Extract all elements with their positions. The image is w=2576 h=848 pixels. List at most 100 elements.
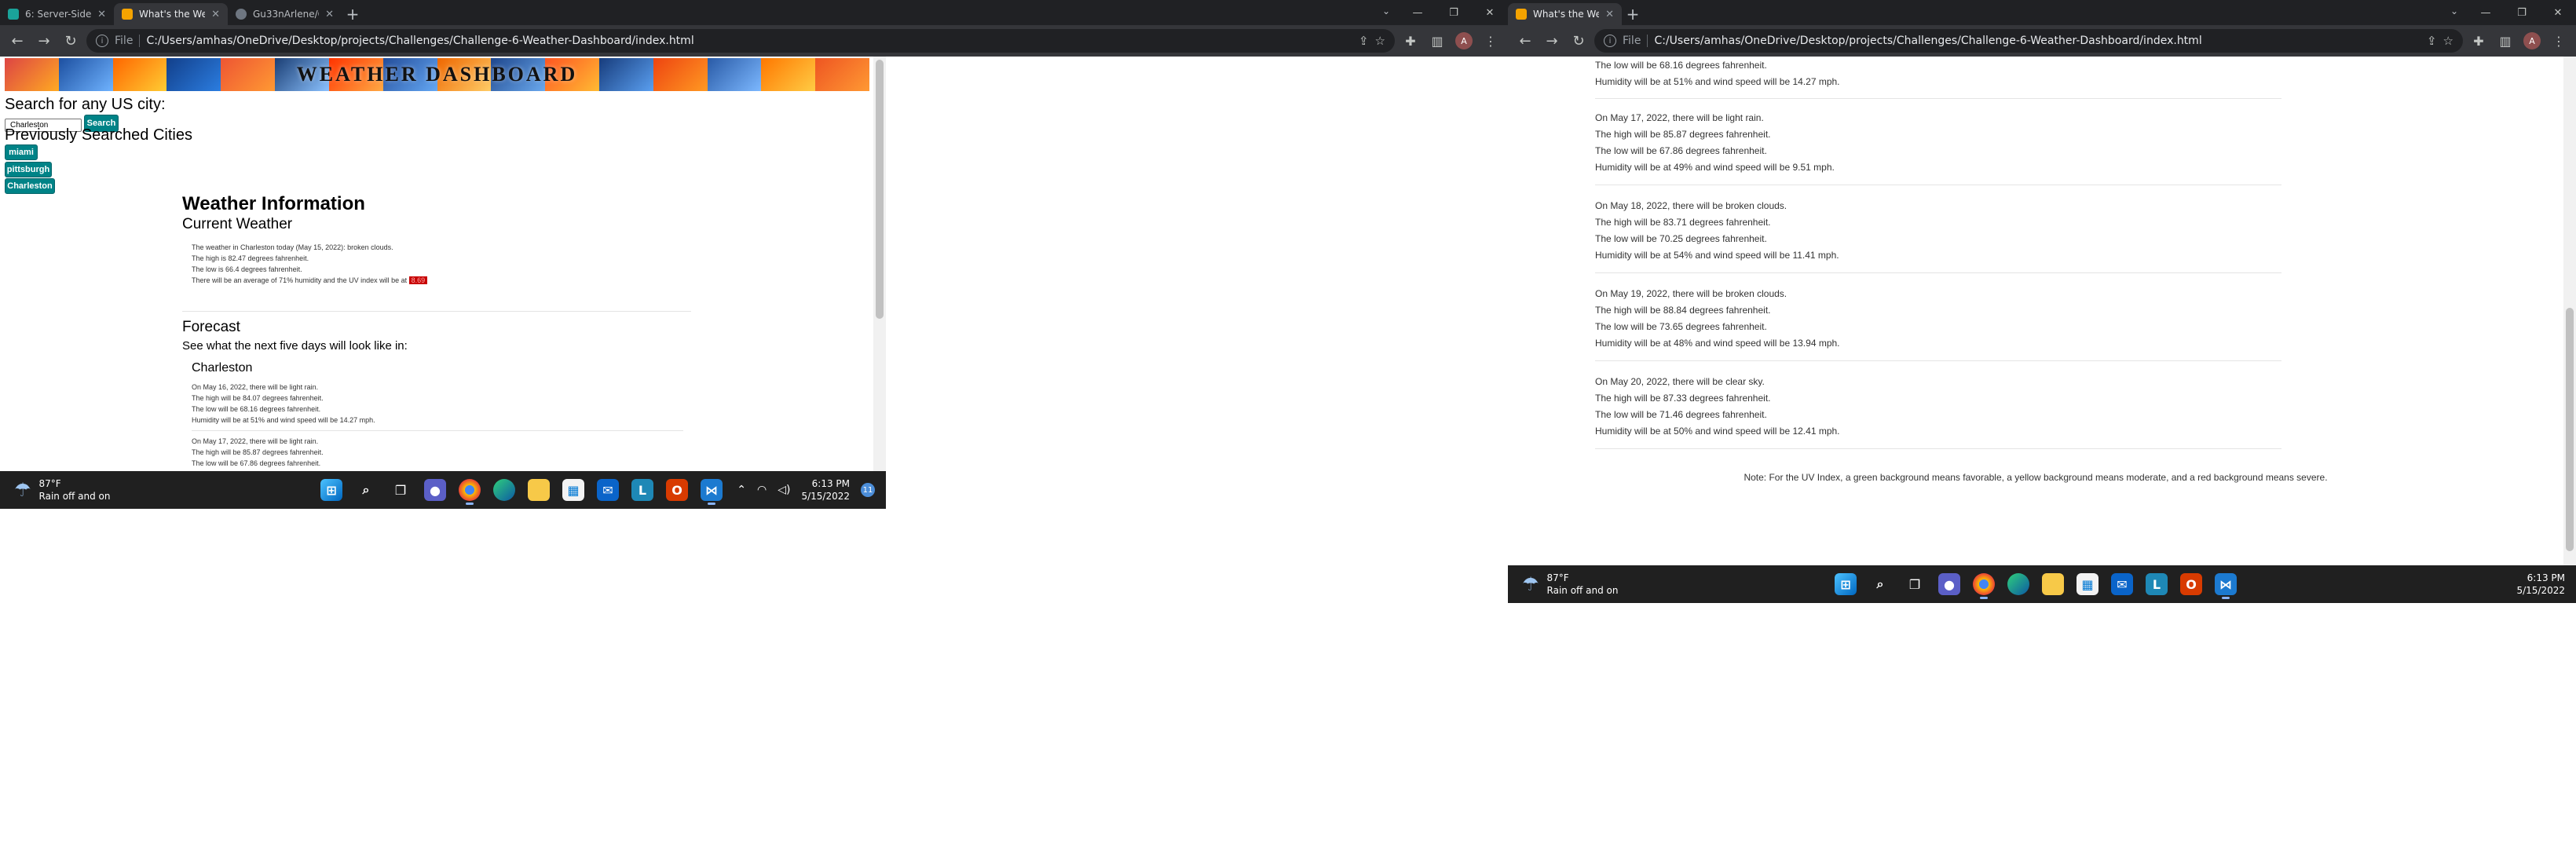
l-app-icon[interactable]: L: [2139, 567, 2174, 601]
tab-weather[interactable]: What's the Weather? ✕: [114, 3, 228, 25]
tab-favicon: [122, 9, 133, 20]
address-bar[interactable]: i File C:/Users/amhas/OneDrive/Desktop/p…: [1594, 29, 2463, 53]
forecast-high: The high will be 85.87 degrees fahrenhei…: [1595, 129, 1771, 140]
back-icon[interactable]: ←: [6, 30, 28, 52]
close-window-icon[interactable]: ✕: [2540, 0, 2576, 25]
extensions-icon[interactable]: ✚: [1400, 30, 1422, 52]
side-panel-icon[interactable]: ▥: [1426, 30, 1448, 52]
tab-weather[interactable]: What's the Weather? ✕: [1508, 3, 1622, 25]
l-app-icon[interactable]: L: [625, 473, 660, 507]
maximize-icon[interactable]: ❐: [1436, 0, 1472, 25]
minimize-icon[interactable]: —: [1400, 0, 1436, 25]
menu-icon[interactable]: ⋮: [1480, 30, 1502, 52]
scrollbar-thumb[interactable]: [2566, 308, 2574, 551]
chrome-icon[interactable]: [1967, 567, 2001, 601]
office-icon[interactable]: O: [660, 473, 694, 507]
forecast-high: The high will be 83.71 degrees fahrenhei…: [1595, 217, 1771, 228]
info-icon[interactable]: i: [96, 35, 108, 47]
search-icon[interactable]: ⌕: [349, 473, 383, 507]
bookmark-star-icon[interactable]: ☆: [2443, 34, 2453, 48]
history-city-button[interactable]: Charleston: [5, 178, 55, 194]
forecast-low: The low will be 70.25 degrees fahrenheit…: [1595, 233, 1767, 244]
close-icon[interactable]: ✕: [325, 9, 334, 20]
address-bar[interactable]: i File C:/Users/amhas/OneDrive/Desktop/p…: [86, 29, 1395, 53]
clock[interactable]: 6:13 PM 5/15/2022: [801, 477, 850, 503]
chat-icon[interactable]: ●: [1932, 567, 1967, 601]
tab-search-icon[interactable]: ⌄: [1382, 5, 1390, 16]
forecast-humidity: Humidity will be at 51% and wind speed w…: [1595, 76, 1840, 87]
profile-avatar[interactable]: A: [1453, 30, 1475, 52]
notification-badge[interactable]: 11: [861, 483, 875, 497]
menu-icon[interactable]: ⋮: [2548, 30, 2570, 52]
scrollbar-thumb[interactable]: [876, 60, 884, 319]
tab-favicon: [1516, 9, 1527, 20]
page-scrollbar[interactable]: [2563, 57, 2576, 565]
edge-icon[interactable]: [2001, 567, 2036, 601]
chrome-icon[interactable]: [452, 473, 487, 507]
clock[interactable]: 6:13 PM 5/15/2022: [2516, 572, 2565, 597]
extensions-icon[interactable]: ✚: [2468, 30, 2490, 52]
vscode-icon[interactable]: ⋈: [694, 473, 729, 507]
mail-icon[interactable]: ✉: [2105, 567, 2139, 601]
reload-icon[interactable]: ↻: [60, 30, 82, 52]
minimize-icon[interactable]: —: [2468, 0, 2504, 25]
tab-challenge[interactable]: 6: Server-Side APIs: Challenge: W... ✕: [0, 3, 114, 25]
weather-widget[interactable]: ☂ 87°F Rain off and on: [1508, 572, 1618, 597]
url-text[interactable]: C:/Users/amhas/OneDrive/Desktop/projects…: [1654, 35, 2420, 47]
store-icon[interactable]: ▦: [2070, 567, 2105, 601]
banner: WEATHER DASHBOARD: [5, 58, 869, 91]
store-icon[interactable]: ▦: [556, 473, 591, 507]
forward-icon[interactable]: →: [33, 30, 55, 52]
vscode-icon[interactable]: ⋈: [2208, 567, 2243, 601]
url-text[interactable]: C:/Users/amhas/OneDrive/Desktop/projects…: [146, 35, 1352, 47]
chevron-up-icon[interactable]: ⌃: [737, 484, 746, 496]
page-title: WEATHER DASHBOARD: [296, 63, 578, 86]
forward-icon[interactable]: →: [1541, 30, 1563, 52]
history-city-button[interactable]: pittsburgh: [5, 162, 52, 177]
maximize-icon[interactable]: ❐: [2504, 0, 2540, 25]
close-icon[interactable]: ✕: [211, 9, 220, 20]
info-icon[interactable]: i: [1604, 35, 1616, 47]
close-icon[interactable]: ✕: [97, 9, 106, 20]
clock-time: 6:13 PM: [2527, 572, 2565, 583]
windows-start-icon[interactable]: ⊞: [314, 473, 349, 507]
history-city-button[interactable]: miami: [5, 144, 38, 160]
profile-avatar[interactable]: A: [2521, 30, 2543, 52]
mail-icon[interactable]: ✉: [591, 473, 625, 507]
new-tab-button[interactable]: +: [1622, 3, 1644, 25]
close-window-icon[interactable]: ✕: [1472, 0, 1508, 25]
chat-icon[interactable]: ●: [418, 473, 452, 507]
tab-title: Gu33nArlene/Challenge-6-Weath...: [253, 9, 319, 20]
new-tab-button[interactable]: +: [342, 3, 364, 25]
system-tray: ⌃ ◠ ◁) 6:13 PM 5/15/2022 11: [737, 471, 886, 509]
back-icon[interactable]: ←: [1514, 30, 1536, 52]
file-explorer-icon[interactable]: [521, 473, 556, 507]
file-explorer-icon[interactable]: [2036, 567, 2070, 601]
windows-start-icon[interactable]: ⊞: [1828, 567, 1863, 601]
volume-icon[interactable]: ◁): [778, 484, 790, 496]
divider: [182, 311, 691, 312]
forecast-low: The low will be 73.65 degrees fahrenheit…: [1595, 321, 1767, 332]
weather-widget[interactable]: ☂ 87°F Rain off and on: [0, 477, 110, 503]
forecast-high: The high will be 84.07 degrees fahrenhei…: [192, 394, 324, 402]
bookmark-star-icon[interactable]: ☆: [1375, 34, 1385, 48]
forecast-summary: On May 16, 2022, there will be light rai…: [192, 383, 319, 391]
uv-index-note: Note: For the UV Index, a green backgrou…: [1744, 472, 2328, 483]
side-panel-icon[interactable]: ▥: [2494, 30, 2516, 52]
humidity-uv-text: There will be an average of 71% humidity…: [192, 276, 408, 284]
close-icon[interactable]: ✕: [1605, 9, 1614, 20]
avatar: A: [1455, 32, 1473, 49]
task-view-icon[interactable]: ❐: [383, 473, 418, 507]
office-icon[interactable]: O: [2174, 567, 2208, 601]
share-icon[interactable]: ⇪: [2427, 34, 2437, 48]
rain-icon: ☂: [1522, 573, 1539, 595]
search-icon[interactable]: ⌕: [1863, 567, 1897, 601]
wifi-icon[interactable]: ◠: [757, 484, 767, 496]
reload-icon[interactable]: ↻: [1568, 30, 1590, 52]
edge-icon[interactable]: [487, 473, 521, 507]
tab-search-icon[interactable]: ⌄: [2450, 5, 2458, 16]
task-view-icon[interactable]: ❐: [1897, 567, 1932, 601]
page-scrollbar[interactable]: [873, 57, 886, 471]
share-icon[interactable]: ⇪: [1359, 34, 1369, 48]
tab-github[interactable]: Gu33nArlene/Challenge-6-Weath... ✕: [228, 3, 342, 25]
